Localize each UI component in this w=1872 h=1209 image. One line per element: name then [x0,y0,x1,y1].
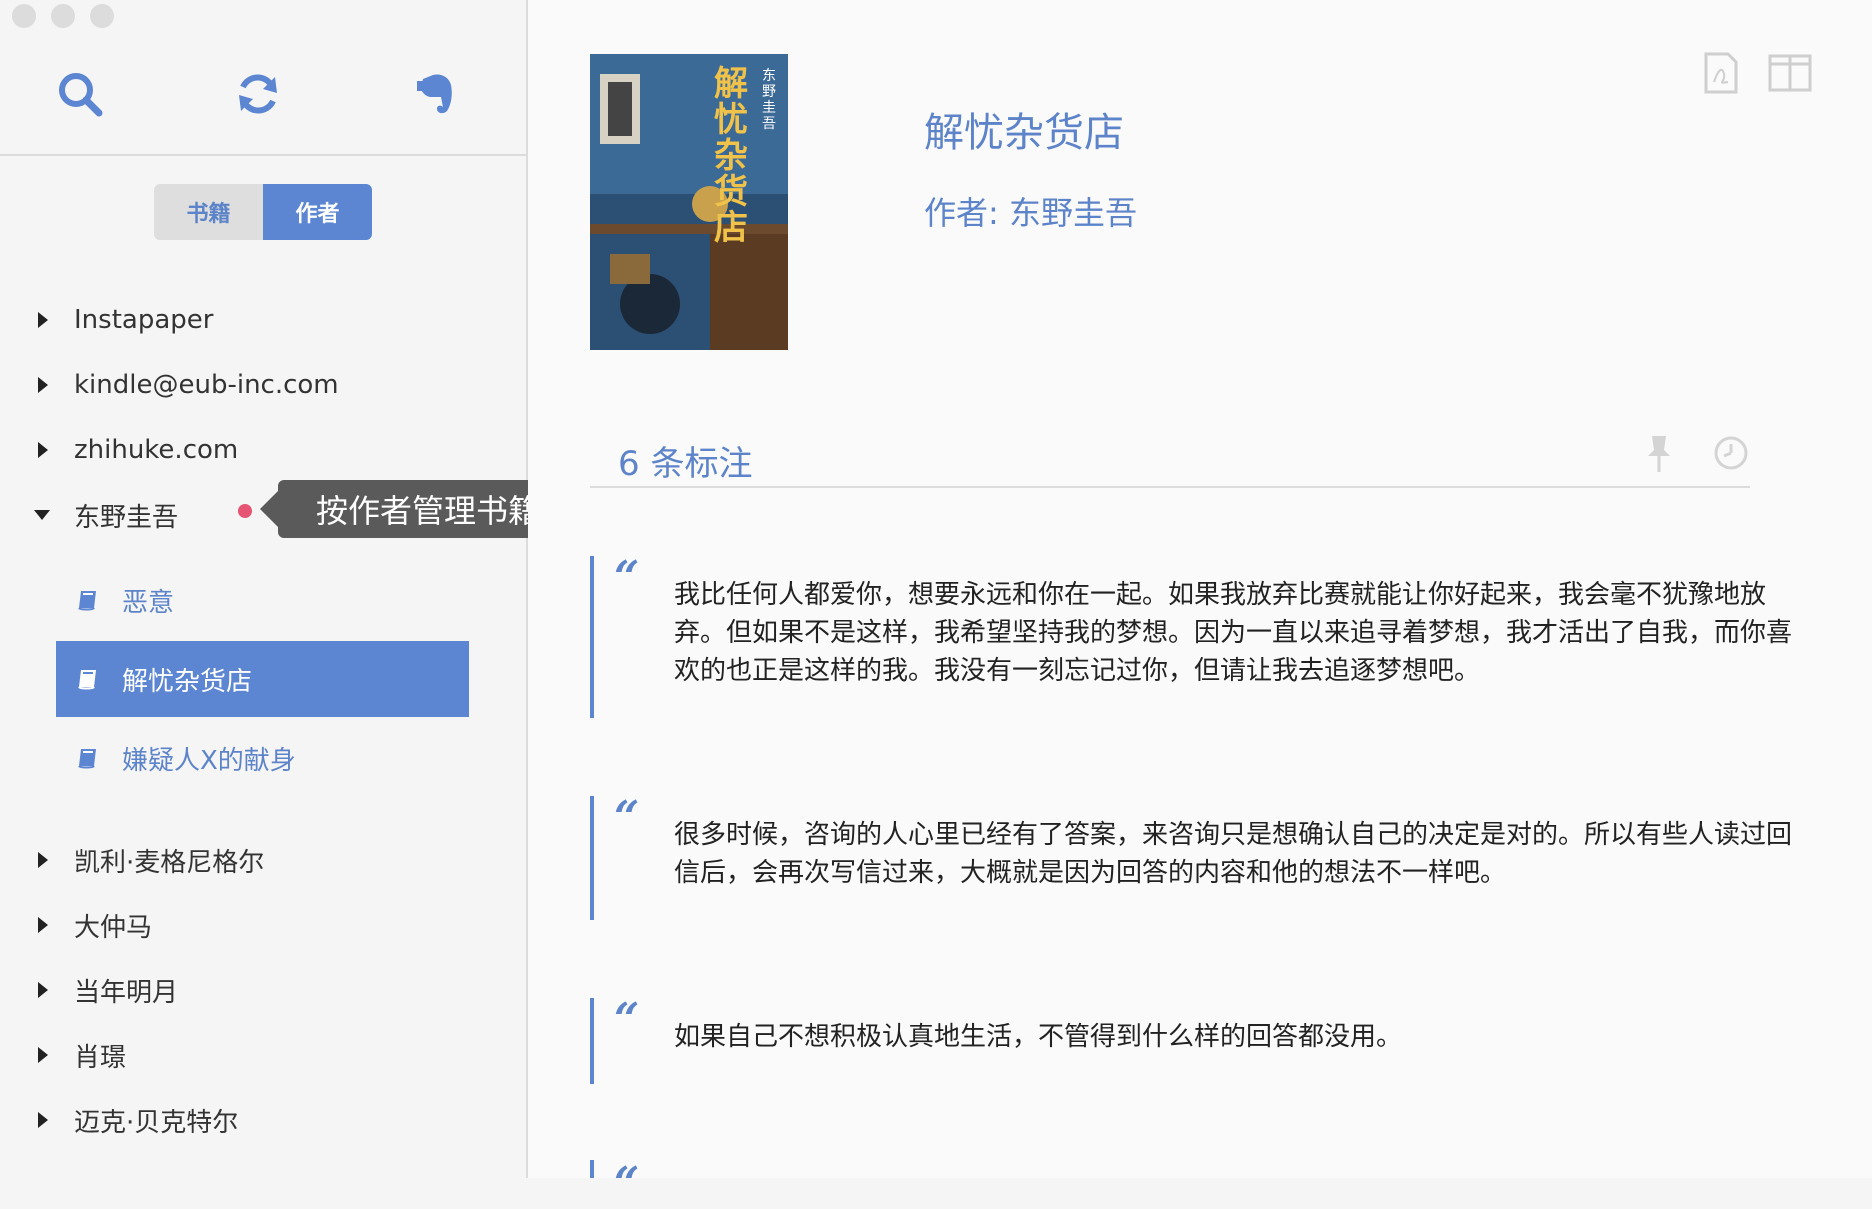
highlight-text: 我比任何人都爱你，想要永远和你在一起。如果我放弃比赛就能让你好起来，我会毫不犹豫… [674,580,1793,686]
tree-group-zhihuke[interactable]: zhihuke.com [0,420,238,480]
highlights-header: 6 条标注 [590,430,1750,488]
highlight-item[interactable]: “ 我比任何人都爱你，想要永远和你在一起。如果我放弃比赛就能让你好起来，我会毫不… [590,556,1814,718]
cover-author: 东野圭吾 [762,68,776,132]
tree-group-label: kindle@eub-inc.com [74,370,339,400]
book-item-akui[interactable]: 恶意 [56,562,469,638]
split-view-icon[interactable] [1768,52,1812,94]
pdf-export-icon[interactable] [1702,52,1740,94]
close-window-button[interactable] [12,4,36,28]
tree-group-label: 东野圭吾 [74,502,179,533]
tooltip-text: 按作者管理书籍 [315,492,540,530]
tree-group-label: 迈克·贝克特尔 [74,1107,239,1138]
tree-group-kindle[interactable]: kindle@eub-inc.com [0,355,339,415]
book-item-label: 恶意 [122,587,175,618]
tree-group-bechtel[interactable]: 迈克·贝克特尔 [0,1090,238,1150]
segment-books[interactable]: 书籍 [154,184,263,240]
segment-authors[interactable]: 作者 [263,184,372,240]
book-icon [78,670,96,690]
tooltip-anchor-dot [238,504,252,518]
book-item-xianyiren[interactable]: 嫌疑人X的献身 [56,720,469,796]
book-item-jieyou[interactable]: 解忧杂货店 [56,641,469,717]
sidebar-toolbar [0,60,526,156]
search-icon[interactable] [52,66,108,122]
sync-icon[interactable] [230,66,286,122]
book-author: 作者: 东野圭吾 [924,194,1137,232]
sidebar: 书籍 作者 Instapaper kindle@eub-inc.com zhih… [0,0,528,1178]
highlight-count: 6 条标注 [618,444,753,484]
tree-group-dumas[interactable]: 大仲马 [0,895,152,955]
book-item-label: 嫌疑人X的献身 [122,745,296,776]
tree-group-label: 当年明月 [74,977,179,1008]
disclosure-right-icon[interactable] [38,442,48,458]
highlight-item[interactable]: “ 很多时候，咨询的人心里已经有了答案，来咨询只是想确认自己的决定是对的。所以有… [590,796,1814,920]
pin-icon[interactable] [1644,434,1674,474]
disclosure-right-icon[interactable] [38,1112,48,1128]
clock-icon[interactable] [1712,434,1750,472]
tree-group-label: 大仲马 [74,912,153,943]
tree-group-higashino[interactable]: 东野圭吾 [0,485,178,545]
highlight-item[interactable]: “ 如果自己不想积极认真地生活，不管得到什么样的回答都没用。 [590,998,1814,1084]
tree-group-label: 凯利·麦格尼格尔 [74,847,265,878]
book-icon [78,591,96,611]
tree-group-instapaper[interactable]: Instapaper [0,290,213,350]
book-cover: 解忧杂货店 东野圭吾 [590,54,788,350]
highlight-text: 如果自己不想积极认真地生活，不管得到什么样的回答都没用。 [674,1022,1403,1052]
disclosure-down-icon[interactable] [34,510,50,520]
quote-mark-icon: “ [614,1158,640,1209]
disclosure-right-icon[interactable] [38,917,48,933]
minimize-window-button[interactable] [51,4,75,28]
highlight-item[interactable]: “ [590,1160,1814,1206]
book-title: 解忧杂货店 [924,110,1124,156]
view-mode-segmented-control: 书籍 作者 [154,184,372,240]
disclosure-right-icon[interactable] [38,1047,48,1063]
disclosure-right-icon[interactable] [38,852,48,868]
highlight-text: 很多时候，咨询的人心里已经有了答案，来咨询只是想确认自己的决定是对的。所以有些人… [674,820,1793,888]
book-detail-pane: 解忧杂货店 东野圭吾 解忧杂货店 作者: 东野圭吾 6 条标注 “ 我比任何人都… [528,0,1872,1206]
detail-toolbar [1702,52,1812,94]
tree-group-xiaojing[interactable]: 肖璟 [0,1025,126,1085]
tree-group-mcgonigal[interactable]: 凯利·麦格尼格尔 [0,830,264,890]
disclosure-right-icon[interactable] [38,377,48,393]
highlights-actions [1644,434,1750,474]
window-controls [12,4,114,28]
book-item-label: 解忧杂货店 [122,666,253,697]
disclosure-right-icon[interactable] [38,312,48,328]
quote-mark-icon: “ [614,792,640,843]
disclosure-right-icon[interactable] [38,982,48,998]
quote-mark-icon: “ [614,552,640,603]
tree-group-label: Instapaper [74,305,214,335]
cover-title: 解忧杂货店 [714,64,748,248]
quote-mark-icon: “ [614,994,640,1045]
zoom-window-button[interactable] [90,4,114,28]
evernote-icon[interactable] [408,66,464,122]
tree-group-label: 肖璟 [74,1042,127,1073]
book-icon [78,749,96,769]
tree-group-label: zhihuke.com [74,435,239,465]
tree-group-dangnian[interactable]: 当年明月 [0,960,178,1020]
